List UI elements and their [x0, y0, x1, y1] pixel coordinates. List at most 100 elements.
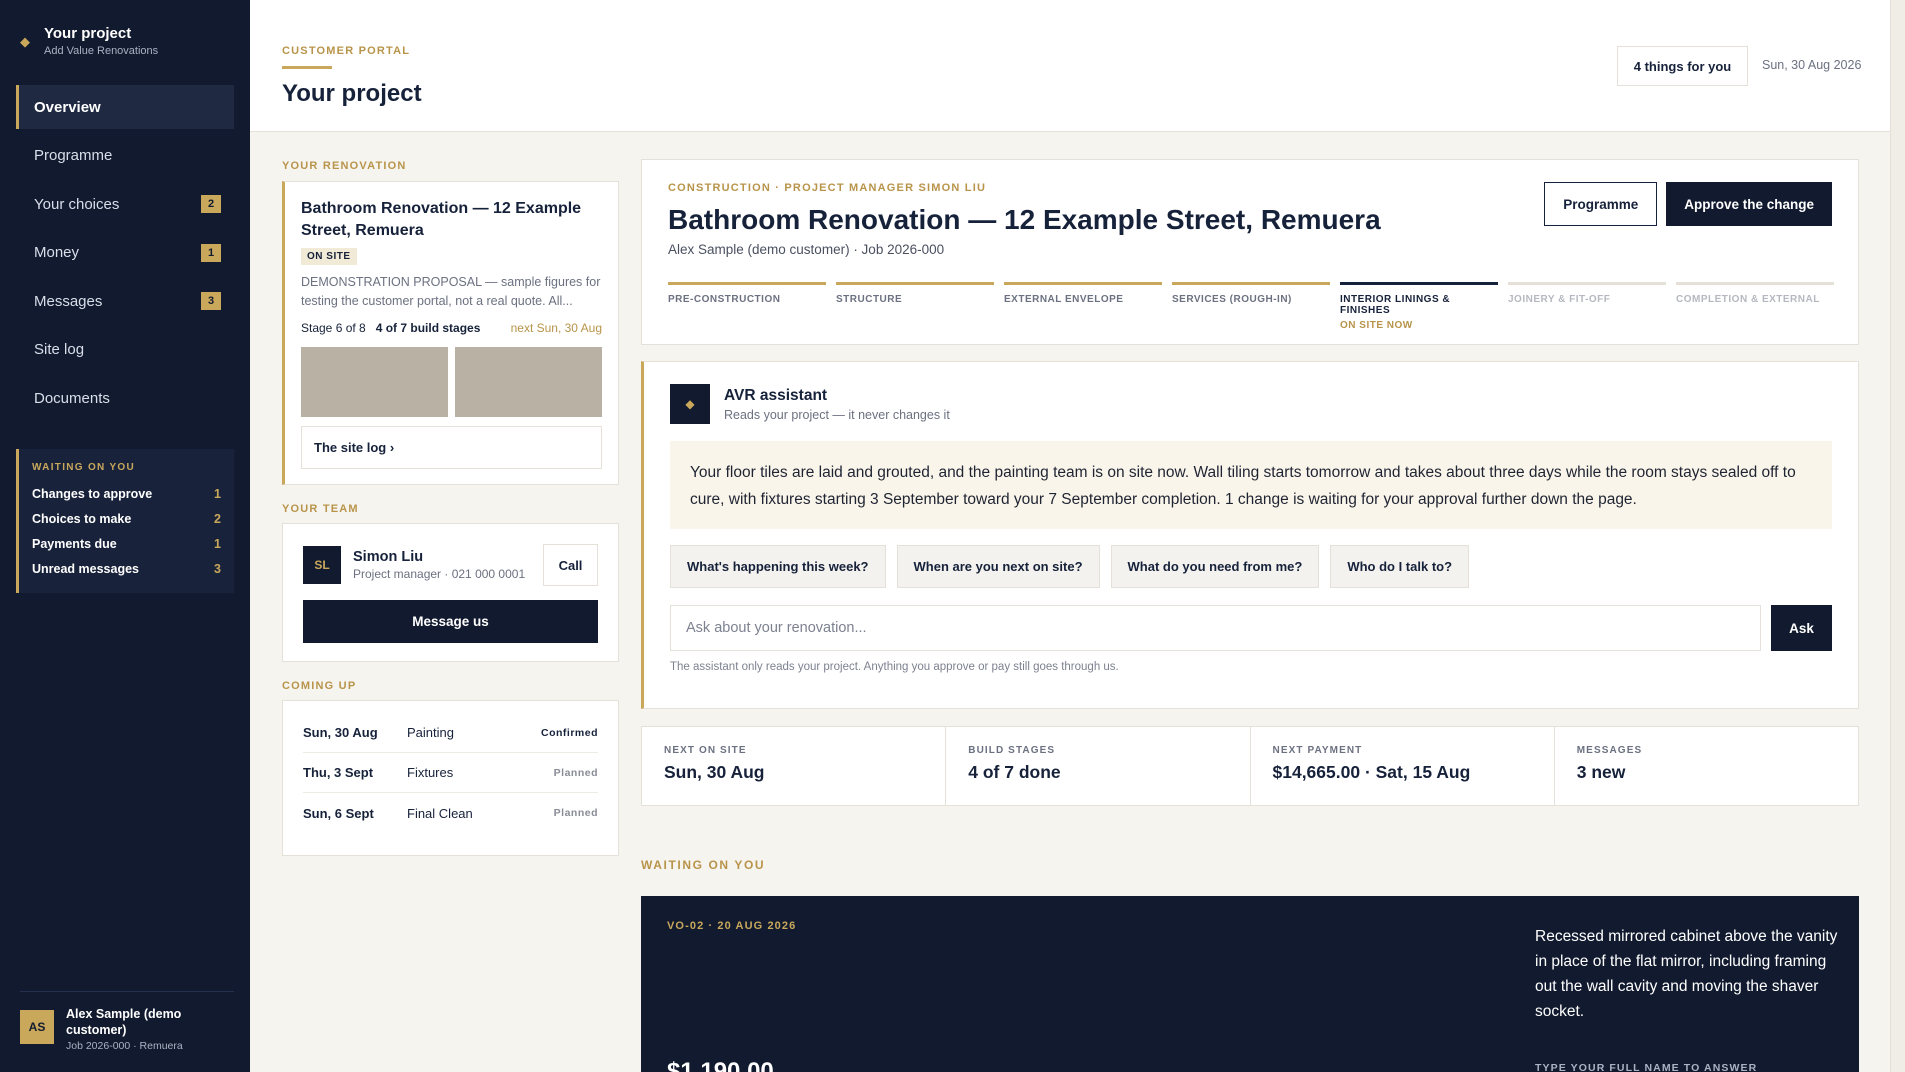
stage-step[interactable]: EXTERNAL ENVELOPE	[1004, 282, 1162, 331]
stage-label: EXTERNAL ENVELOPE	[1004, 294, 1124, 305]
waiting-row-payments[interactable]: Payments due 1	[32, 531, 221, 556]
site-photo[interactable]	[455, 347, 602, 417]
suggestion-chip[interactable]: What's happening this week?	[670, 545, 886, 588]
stage-label: PRE-CONSTRUCTION	[668, 294, 781, 305]
diamond-icon: ◆	[670, 384, 710, 424]
site-photo[interactable]	[301, 347, 448, 417]
sidebar-item-overview[interactable]: Overview	[16, 85, 234, 129]
suggestion-chip[interactable]: When are you next on site?	[896, 545, 1100, 588]
change-request-panel: VO-02 · 20 AUG 2026 Recessed mirrored ca…	[641, 896, 1859, 1072]
things-for-you-button[interactable]: 4 things for you	[1617, 46, 1748, 86]
stat-label: NEXT PAYMENT	[1272, 745, 1363, 756]
stat-value: 4 of 7 done	[968, 762, 1061, 782]
stage-label: COMPLETION & EXTERNAL	[1676, 294, 1820, 305]
team-member-role: Project manager · 021 000 0001	[353, 567, 526, 581]
list-item[interactable]: Thu, 3 Sept Fixtures Planned	[303, 753, 598, 793]
brand-title: Your project	[44, 25, 132, 42]
sidebar-item-label: Overview	[34, 98, 101, 116]
call-button[interactable]: Call	[543, 544, 598, 586]
stage-label: SERVICES (ROUGH-IN)	[1172, 294, 1292, 305]
waiting-summary: WAITING ON YOU Changes to approve 1 Choi…	[16, 449, 234, 593]
page-header: CUSTOMER PORTAL Your project 4 things fo…	[250, 0, 1890, 132]
avatar: SL	[303, 546, 341, 584]
stat-messages: MESSAGES 3 new	[1555, 727, 1858, 805]
sidebar-item-money[interactable]: Money 1	[16, 231, 234, 275]
stage-label: JOINERY & FIT-OFF	[1508, 294, 1611, 305]
renovation-card: Bathroom Renovation — 12 Example Street,…	[282, 181, 619, 485]
stage-label: STRUCTURE	[836, 294, 903, 305]
page-title: Your project	[282, 80, 422, 107]
change-reference: VO-02 · 20 AUG 2026	[667, 920, 797, 932]
approve-change-button[interactable]: Approve the change	[1666, 182, 1832, 226]
stat-value: 3 new	[1576, 762, 1626, 782]
ask-button[interactable]: Ask	[1771, 605, 1832, 651]
sidebar-item-documents[interactable]: Documents	[16, 377, 234, 421]
user-meta: Job 2026-000 · Remuera	[66, 1040, 183, 1052]
sidebar-item-site-log[interactable]: Site log	[16, 328, 234, 372]
ask-row: Ask	[670, 605, 1832, 651]
list-item[interactable]: Sun, 6 Sept Final Clean Planned	[303, 793, 598, 833]
coming-activity: Painting	[407, 725, 454, 740]
renovation-stage: Stage 6 of 8	[301, 321, 366, 335]
project-actions: Programme Approve the change	[1544, 182, 1832, 226]
sidebar-item-messages[interactable]: Messages 3	[16, 279, 234, 323]
sidebar-item-label: Site log	[34, 341, 85, 359]
waiting-row-count: 1	[214, 536, 221, 551]
suggestion-chip[interactable]: What do you need from me?	[1110, 545, 1320, 588]
status-badge: Confirmed	[541, 726, 598, 739]
stage-step[interactable]: PRE-CONSTRUCTION	[668, 282, 826, 331]
stage-step[interactable]: STRUCTURE	[836, 282, 994, 331]
brand[interactable]: ◆ Your project Add Value Renovations	[20, 24, 158, 57]
message-us-button[interactable]: Message us	[303, 600, 598, 643]
renovation-next: next Sun, 30 Aug	[510, 321, 602, 335]
waiting-heading: WAITING ON YOU	[32, 462, 136, 473]
waiting-row-changes[interactable]: Changes to approve 1	[32, 481, 221, 506]
stage-step-current[interactable]: INTERIOR LININGS & FINISHES ON SITE NOW	[1340, 282, 1498, 331]
stat-next-on-site: NEXT ON SITE Sun, 30 Aug	[642, 727, 947, 805]
waiting-row-messages[interactable]: Unread messages 3	[32, 556, 221, 581]
sidebar-item-programme[interactable]: Programme	[16, 134, 234, 178]
count-badge: 2	[201, 195, 221, 214]
stage-step[interactable]: JOINERY & FIT-OFF	[1508, 282, 1666, 331]
stage-label: INTERIOR LININGS & FINISHES	[1340, 294, 1451, 316]
stage-now-label: ON SITE NOW	[1340, 320, 1413, 331]
programme-button[interactable]: Programme	[1544, 182, 1658, 226]
assistant-name: AVR assistant	[724, 386, 828, 404]
change-amount: $1,190.00	[667, 1058, 774, 1072]
stat-label: NEXT ON SITE	[664, 745, 747, 756]
list-item[interactable]: Sun, 30 Aug Painting Confirmed	[303, 713, 598, 753]
stat-label: MESSAGES	[1576, 745, 1643, 756]
ask-input[interactable]	[670, 605, 1761, 651]
sidebar-item-your-choices[interactable]: Your choices 2	[16, 182, 234, 226]
section-label-renovation: YOUR RENOVATION	[282, 160, 407, 172]
assistant-note: The assistant only reads your project. A…	[670, 661, 1119, 673]
assistant-message: Your floor tiles are laid and grouted, a…	[670, 441, 1832, 529]
sidebar-item-label: Documents	[34, 390, 110, 408]
team-card: SL Simon Liu Project manager · 021 000 0…	[282, 523, 619, 662]
section-label-team: YOUR TEAM	[282, 503, 359, 515]
coming-up-card: Sun, 30 Aug Painting Confirmed Thu, 3 Se…	[282, 700, 619, 856]
renovation-builds: 4 of 7 build stages	[375, 321, 481, 335]
sidebar: ◆ Your project Add Value Renovations Ove…	[0, 0, 250, 1072]
count-badge: 1	[201, 243, 221, 262]
stat-label: BUILD STAGES	[968, 745, 1056, 756]
sidebar-item-label: Money	[34, 244, 80, 262]
assistant-tagline: Reads your project — it never changes it	[724, 407, 950, 422]
brand-subtitle: Add Value Renovations	[44, 45, 159, 57]
scrollbar[interactable]	[1890, 0, 1905, 1072]
stage-step[interactable]: SERVICES (ROUGH-IN)	[1172, 282, 1330, 331]
stat-value: $14,665.00 · Sat, 15 Aug	[1272, 762, 1471, 782]
waiting-row-count: 1	[214, 486, 221, 501]
waiting-row-choices[interactable]: Choices to make 2	[32, 506, 221, 531]
stage-step[interactable]: COMPLETION & EXTERNAL	[1676, 282, 1834, 331]
suggestion-chip[interactable]: Who do I talk to?	[1330, 545, 1470, 588]
status-badge: ON SITE	[301, 248, 357, 265]
sidebar-item-label: Programme	[34, 147, 113, 165]
team-member-name: Simon Liu	[353, 549, 424, 565]
site-log-link[interactable]: The site log ›	[301, 426, 602, 469]
stat-value: Sun, 30 Aug	[664, 762, 765, 782]
user-profile[interactable]: AS Alex Sample (demo customer) Job 2026-…	[20, 991, 234, 1052]
renovation-description: DEMONSTRATION PROPOSAL — sample figures …	[301, 275, 601, 308]
change-signature-prompt: TYPE YOUR FULL NAME TO ANSWER	[1535, 1062, 1758, 1072]
coming-activity: Fixtures	[407, 765, 454, 780]
